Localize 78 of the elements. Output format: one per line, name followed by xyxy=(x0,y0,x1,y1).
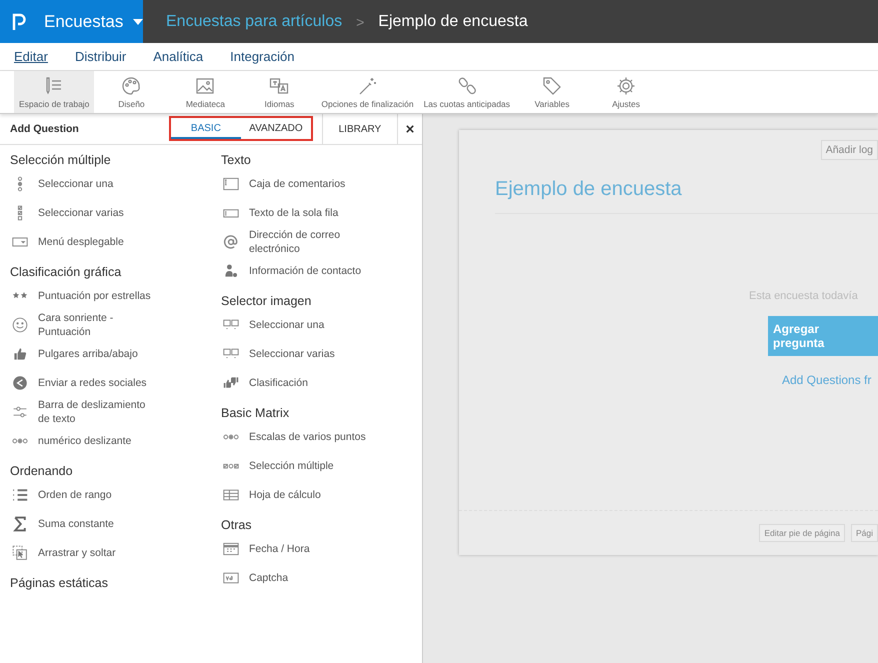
menu-tab[interactable]: Distribuir xyxy=(74,47,126,66)
section-heading: Ordenando xyxy=(10,464,74,478)
question-type-item[interactable]: Enviar a redes sociales xyxy=(10,368,221,397)
person-icon xyxy=(223,262,239,278)
toolbar-button[interactable]: Ajustes xyxy=(589,71,664,113)
question-type-item[interactable]: Menú desplegable xyxy=(10,227,221,256)
question-type-item[interactable]: Texto de la sola fila xyxy=(221,198,367,227)
toolbar-button[interactable]: Diseño xyxy=(94,71,168,113)
share-icon xyxy=(12,374,28,390)
question-type-item[interactable]: Escalas de varios puntos xyxy=(221,422,367,451)
question-type-item[interactable]: Seleccionar varias xyxy=(221,339,367,368)
toolbar-button[interactable]: Espacio de trabajo xyxy=(14,71,94,113)
slider-icon xyxy=(12,404,28,420)
question-type-item[interactable]: Arrastrar y soltar xyxy=(10,538,221,567)
caret-icon xyxy=(133,18,144,24)
calendar-icon xyxy=(223,540,239,556)
question-type-item[interactable]: Puntuación por estrellas xyxy=(10,281,221,310)
breadcrumb-link[interactable]: Encuestas para artículos xyxy=(166,12,342,30)
product-name: Encuestas xyxy=(44,12,124,32)
question-type-item[interactable]: Selección múltiple xyxy=(221,451,367,480)
question-type-item[interactable]: Información de contacto xyxy=(221,256,367,285)
question-type-item[interactable]: Pulgares arriba/abajo xyxy=(10,339,221,368)
question-type-item[interactable]: Suma constante xyxy=(10,509,221,538)
section-heading: Selector imagen xyxy=(221,294,312,308)
question-type-item[interactable]: Cara sonriente - Puntuación xyxy=(10,310,221,339)
wand-icon xyxy=(357,76,378,96)
section-heading: Clasificación gráfica xyxy=(10,265,122,279)
section-heading: Basic Matrix xyxy=(221,406,290,420)
section-heading: Páginas estáticas xyxy=(10,576,109,590)
panel-tab[interactable]: AVANZADO xyxy=(240,116,313,141)
menu-tab[interactable]: Analítica xyxy=(153,47,204,66)
question-type-item[interactable]: Clasificación xyxy=(221,368,367,397)
translate-icon xyxy=(269,76,290,96)
question-type-item[interactable]: Barra de deslizamiento de texto xyxy=(10,397,221,426)
breadcrumb-separator: > xyxy=(356,14,364,30)
panel-tab[interactable]: BASIC xyxy=(168,116,241,141)
question-type-item[interactable]: Seleccionar una xyxy=(221,310,367,339)
menu-tab[interactable]: Editar xyxy=(14,47,48,66)
toolbar-button[interactable]: Las cuotas anticipadas xyxy=(418,71,516,113)
smiley-icon xyxy=(12,316,28,332)
section-heading: Texto xyxy=(221,153,252,167)
toolbar-button[interactable]: Opciones de finalización xyxy=(316,71,419,113)
question-type-item[interactable]: Seleccionar varias xyxy=(10,198,221,227)
captcha-icon xyxy=(223,570,239,586)
palette-icon xyxy=(121,76,142,96)
panel-title: Add Question xyxy=(9,122,80,137)
sigma-icon xyxy=(12,516,28,532)
thumbs-up-icon xyxy=(12,346,28,362)
at-sign-icon xyxy=(223,234,239,250)
gear-icon xyxy=(616,76,636,96)
breadcrumb-current: Ejemplo de encuesta xyxy=(378,12,528,30)
question-type-item[interactable]: Dirección de correo electrónico xyxy=(221,227,367,256)
product-menu[interactable]: Encuestas xyxy=(0,0,143,43)
pointer-icon xyxy=(12,544,28,560)
survey-title: Ejemplo de encuesta xyxy=(495,178,878,214)
question-type-item[interactable]: Captcha xyxy=(221,563,367,592)
p-logo-icon xyxy=(12,12,26,30)
question-type-item[interactable]: Orden de rango xyxy=(10,480,221,509)
toolbar-button[interactable]: Idiomas xyxy=(242,71,316,113)
panel-tab[interactable]: LIBRARY xyxy=(322,114,398,144)
question-type-item[interactable]: Hoja de cálculo xyxy=(221,480,367,509)
question-type-item[interactable]: numérico deslizante xyxy=(10,426,221,455)
toolbar-button[interactable]: Variables xyxy=(515,71,590,113)
text-box-icon xyxy=(223,176,239,192)
question-type-item[interactable]: Fecha / Hora xyxy=(221,534,367,563)
section-heading: Selección múltiple xyxy=(10,153,112,167)
image-icon xyxy=(195,76,216,96)
question-type-item[interactable]: Caja de comentarios xyxy=(221,169,367,198)
chain-link-icon xyxy=(456,76,477,96)
question-type-item[interactable]: Seleccionar una xyxy=(10,169,221,198)
close-button[interactable]: × xyxy=(398,114,422,144)
thumbs-icon xyxy=(223,374,239,390)
menu-tab[interactable]: Integración xyxy=(230,47,294,66)
numbered-list-icon xyxy=(12,486,28,502)
tag-icon xyxy=(542,76,562,96)
grid-icon xyxy=(223,486,239,502)
section-heading: Otras xyxy=(221,518,253,532)
toolbar-button[interactable]: Mediateca xyxy=(168,71,242,113)
